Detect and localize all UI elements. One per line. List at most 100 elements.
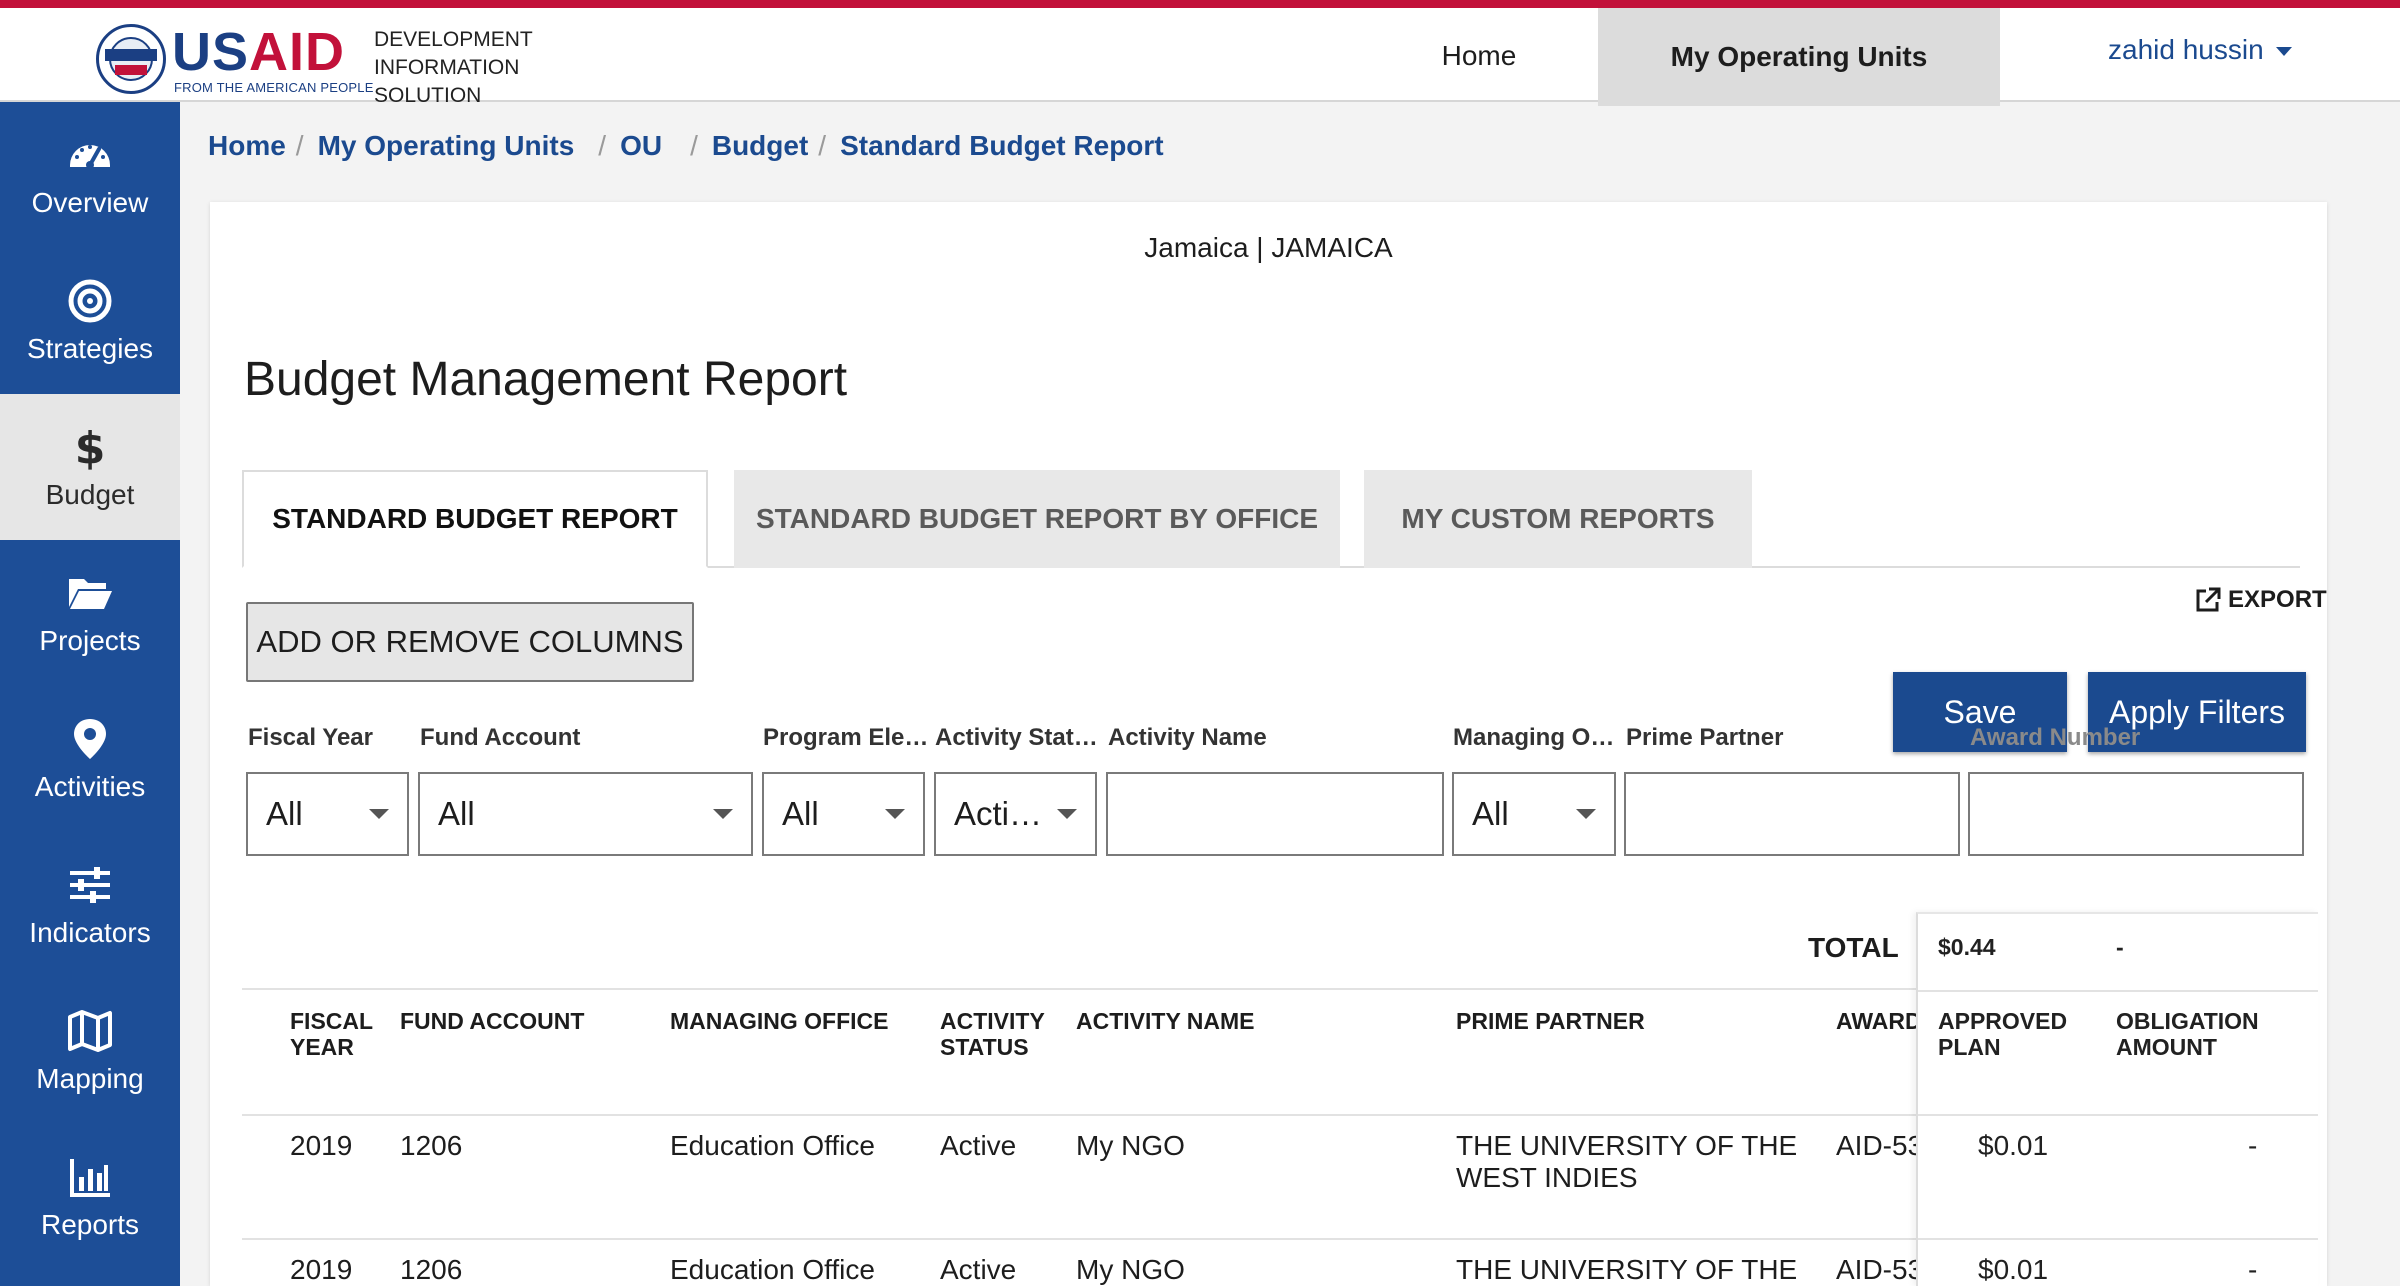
pinned-columns-panel: $0.44 - APPROVED PLAN OBLIGATION AMOUNT $0…: [1916, 912, 2318, 1286]
tab-standard-budget-report[interactable]: STANDARD BUDGET REPORT: [242, 470, 708, 568]
column-header-activity-name[interactable]: ACTIVITY NAME: [1076, 1008, 1254, 1034]
cell-activity-name[interactable]: My NGO: [1076, 1254, 1185, 1286]
program-element-select[interactable]: All: [762, 772, 925, 856]
sidebar-item-label: Mapping: [36, 1063, 144, 1094]
tab-my-custom-reports[interactable]: MY CUSTOM REPORTS: [1364, 470, 1752, 568]
column-header-activity-status[interactable]: ACTIVITY STATUS: [940, 1008, 1045, 1060]
sidebar-item-label: Strategies: [26, 333, 154, 364]
chevron-down-icon: [2275, 46, 2292, 56]
breadcrumb: Home / My Operating Units / OU / Budget / St…: [208, 130, 1164, 162]
total-label: TOTAL: [1808, 932, 1899, 963]
column-header-prime-partner[interactable]: PRIME PARTNER: [1456, 1008, 1645, 1034]
sidebar-item-label: Projects: [39, 625, 141, 656]
add-remove-columns-button[interactable]: ADD OR REMOVE COLUMNS: [246, 602, 694, 682]
cell-obligation-amount: -: [2248, 1130, 2258, 1161]
tab-standard-budget-report-by-office[interactable]: STANDARD BUDGET REPORT BY OFFICE: [734, 470, 1340, 568]
column-header-obligation-amount[interactable]: OBLIGATION AMOUNT: [2116, 1008, 2259, 1060]
cell-managing-office: Education Office: [670, 1130, 875, 1161]
app-name: DEVELOPMENT INFORMATION SOLUTION: [374, 28, 533, 107]
cell-award: AID-53: [1836, 1254, 1924, 1285]
export-button[interactable]: EXPORT: [2194, 586, 2327, 614]
cell-managing-office: Education Office: [670, 1254, 875, 1285]
fund-account-select[interactable]: All: [418, 772, 753, 856]
report-card: Jamaica | JAMAICA Budget Management Repo…: [210, 202, 2327, 1286]
chevron-down-icon: [369, 809, 389, 819]
nav-my-operating-units[interactable]: My Operating Units: [1598, 8, 2000, 106]
page-title: Budget Management Report: [244, 353, 848, 406]
column-header-approved-plan[interactable]: APPROVED PLAN: [1938, 1008, 2067, 1060]
filter-label-fiscal-year: Fiscal Year: [248, 724, 373, 751]
external-link-icon: [2196, 587, 2221, 612]
usaid-logo[interactable]: USAID FROM THE AMERICAN PEOPLE: [96, 20, 373, 100]
fiscal-year-select[interactable]: All: [246, 772, 409, 856]
sidebar-item-overview[interactable]: Overview: [0, 102, 180, 248]
column-header-managing-office[interactable]: MANAGING OFFICE: [670, 1008, 889, 1034]
total-obligation-amount: -: [2116, 934, 2124, 960]
cell-approved-plan: $0.01: [1978, 1130, 2049, 1161]
cell-fiscal-year: 2019: [290, 1254, 353, 1285]
total-approved-plan: $0.44: [1938, 934, 1996, 960]
chevron-down-icon: [1057, 809, 1077, 819]
award-number-input[interactable]: [1968, 772, 2304, 856]
sidebar-item-strategies[interactable]: Strategies: [0, 248, 180, 394]
sidebar-item-label: Overview: [31, 187, 149, 218]
breadcrumb-standard-budget-report[interactable]: Standard Budget Report: [840, 130, 1164, 162]
map-icon: [68, 1010, 112, 1052]
sidebar-item-mapping[interactable]: Mapping: [0, 978, 180, 1124]
top-accent-strip: [0, 0, 2400, 8]
cell-activity-status: Active: [940, 1130, 1017, 1161]
cell-obligation-amount: -: [2248, 1254, 2258, 1285]
target-icon: [68, 279, 112, 323]
column-header-fiscal-year[interactable]: FISCAL YEAR: [290, 1008, 373, 1060]
sidebar-item-budget[interactable]: $ Budget: [0, 394, 180, 540]
filter-label-managing-office: Managing O…: [1453, 724, 1615, 751]
sidebar-item-indicators[interactable]: Indicators: [0, 832, 180, 978]
sidebar-item-label: Activities: [34, 771, 146, 802]
prime-partner-input[interactable]: [1624, 772, 1960, 856]
folder-icon: [69, 579, 112, 609]
chevron-down-icon: [885, 809, 905, 819]
filter-label-program-element: Program Ele…: [763, 724, 929, 751]
cell-prime-partner: THE UNIVERSITY OF THE WEST INDIES: [1456, 1130, 1798, 1193]
filter-label-award-number: Award Number: [1970, 724, 2141, 751]
filter-label-prime-partner: Prime Partner: [1626, 724, 1784, 751]
logo-wordmark: USAID: [172, 22, 346, 82]
filter-label-activity-name: Activity Name: [1108, 724, 1267, 751]
map-pin-icon: [74, 719, 106, 759]
sidebar-item-label: Indicators: [29, 917, 151, 948]
bar-chart-icon: [70, 1159, 110, 1197]
cell-prime-partner: THE UNIVERSITY OF THE: [1456, 1254, 1798, 1285]
dollar-icon: $: [75, 423, 106, 471]
sidebar-item-label: Budget: [45, 479, 135, 510]
app-header: USAID FROM THE AMERICAN PEOPLE DEVELOPME…: [0, 8, 2400, 107]
breadcrumb-operating-units[interactable]: My Operating Units: [318, 130, 575, 162]
nav-home[interactable]: Home: [1398, 8, 1560, 104]
cell-activity-name[interactable]: My NGO: [1076, 1130, 1185, 1162]
cell-activity-status: Active: [940, 1254, 1017, 1285]
column-header-award[interactable]: AWARD: [1836, 1008, 1922, 1034]
cell-fund-account: 1206: [400, 1254, 463, 1285]
sidebar: Overview Strategies $ Budget Projects Ac…: [0, 102, 180, 1286]
user-menu[interactable]: zahid hussin: [2108, 34, 2292, 66]
managing-office-select[interactable]: All: [1452, 772, 1616, 856]
sidebar-item-reports[interactable]: Reports: [0, 1124, 180, 1270]
activity-name-input[interactable]: [1106, 772, 1444, 856]
sidebar-item-activities[interactable]: Activities: [0, 686, 180, 832]
activity-status-select[interactable]: Activ…: [934, 772, 1097, 856]
breadcrumb-home[interactable]: Home: [208, 130, 286, 162]
dashboard-icon: [70, 145, 110, 169]
chevron-down-icon: [713, 809, 733, 819]
column-header-fund-account[interactable]: FUND ACCOUNT: [400, 1008, 584, 1034]
chevron-down-icon: [1576, 809, 1596, 819]
breadcrumb-budget[interactable]: Budget: [712, 130, 808, 162]
operating-unit-name: Jamaica | JAMAICA: [1144, 232, 1393, 263]
cell-fiscal-year: 2019: [290, 1130, 353, 1161]
user-name: zahid hussin: [2108, 34, 2264, 65]
usaid-seal-icon: [96, 24, 166, 94]
svg-text:$: $: [75, 423, 106, 471]
cell-approved-plan: $0.01: [1978, 1254, 2049, 1285]
cell-fund-account: 1206: [400, 1130, 463, 1161]
sidebar-item-label: Reports: [40, 1209, 140, 1240]
breadcrumb-ou[interactable]: OU: [620, 130, 662, 162]
sidebar-item-projects[interactable]: Projects: [0, 540, 180, 686]
